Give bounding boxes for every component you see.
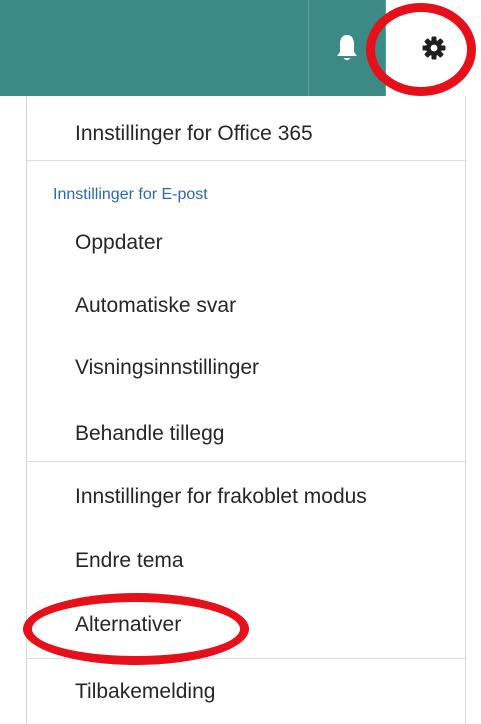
settings-dropdown-menu: Innstillinger for Office 365 Innstilling… <box>26 96 466 724</box>
menu-item-feedback[interactable]: Tilbakemelding <box>75 679 215 705</box>
menu-divider <box>27 461 465 462</box>
gear-icon <box>422 36 445 60</box>
notifications-button[interactable] <box>309 0 385 96</box>
outlook-settings-screenshot: Innstillinger for Office 365 Innstilling… <box>0 0 481 724</box>
menu-divider <box>27 658 465 659</box>
menu-item-change-theme[interactable]: Endre tema <box>75 548 184 574</box>
menu-item-refresh[interactable]: Oppdater <box>75 230 163 256</box>
top-navigation-bar <box>0 0 481 96</box>
menu-divider <box>27 160 465 161</box>
menu-item-display-settings[interactable]: Visningsinnstillinger <box>75 355 259 381</box>
menu-item-offline-settings[interactable]: Innstillinger for frakoblet modus <box>75 484 367 510</box>
bell-icon <box>337 35 357 61</box>
menu-item-automatic-replies[interactable]: Automatiske svar <box>75 293 236 319</box>
menu-item-options[interactable]: Alternativer <box>75 612 181 638</box>
menu-item-office365-settings[interactable]: Innstillinger for Office 365 <box>75 121 313 147</box>
menu-item-manage-addins[interactable]: Behandle tillegg <box>75 421 224 447</box>
settings-button[interactable] <box>386 0 481 96</box>
section-header-mail-settings: Innstillinger for E-post <box>53 186 208 203</box>
